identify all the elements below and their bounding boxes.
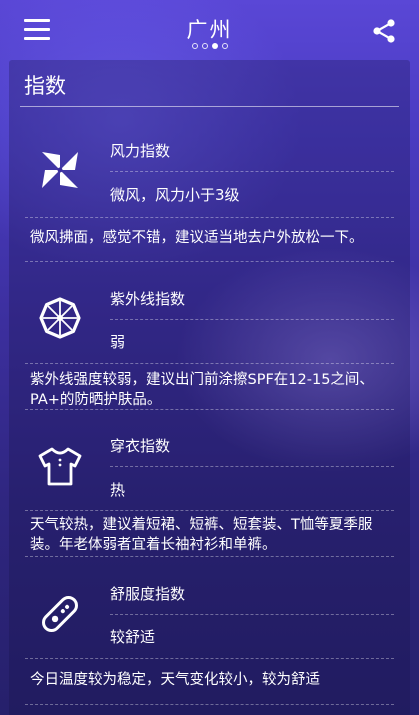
section-description: 今日温度较为稳定，天气变化较小，较为舒适 [30,672,320,688]
dashed-divider [25,510,394,511]
dashed-divider [110,466,394,467]
index-panel: 指数 风力指数 微风，风力小于3级 微风拂面，感觉不错，建议适当地去户外放松一下… [9,60,410,715]
share-icon[interactable] [371,18,397,44]
top-bar: 广州 [0,0,419,58]
dashed-divider [110,614,394,615]
dashed-divider [25,261,394,262]
page-dot [221,43,228,49]
section-description: 天气较热，建议着短裙、短裤、短套装、T恤等夏季服装。年老体弱者宜着长袖衬衫和单裤… [30,517,373,553]
dashed-divider [110,171,394,172]
comfort-band-icon [42,596,78,632]
umbrella-icon [39,297,81,339]
dashed-divider [25,658,394,659]
dashed-divider [25,217,394,218]
dashed-divider [25,409,394,410]
pinwheel-icon [42,152,78,188]
dashed-divider [25,556,394,557]
dashed-divider [25,704,394,705]
city-title[interactable]: 广州 [0,14,419,44]
section-name: 穿衣指数 [110,437,171,455]
section-level: 热 [110,481,126,499]
section-level: 较舒适 [110,628,156,646]
dashed-divider [110,319,394,320]
section-name: 风力指数 [110,142,171,160]
page-dot-active [211,43,218,49]
page-dot [191,43,198,49]
section-description: 紫外线强度较弱，建议出门前涂擦SPF在12-15之间、PA+的防晒护肤品。 [30,372,374,408]
tshirt-icon [38,447,82,486]
section-name: 紫外线指数 [110,290,186,308]
page-dot [201,43,208,49]
page-indicator [0,43,419,49]
section-level: 微风，风力小于3级 [110,186,240,204]
dashed-divider [25,363,394,364]
panel-title: 指数 [24,74,66,98]
title-divider [20,106,399,107]
section-level: 弱 [110,333,126,351]
section-name: 舒服度指数 [110,585,186,603]
section-description: 微风拂面，感觉不错，建议适当地去户外放松一下。 [30,230,364,246]
